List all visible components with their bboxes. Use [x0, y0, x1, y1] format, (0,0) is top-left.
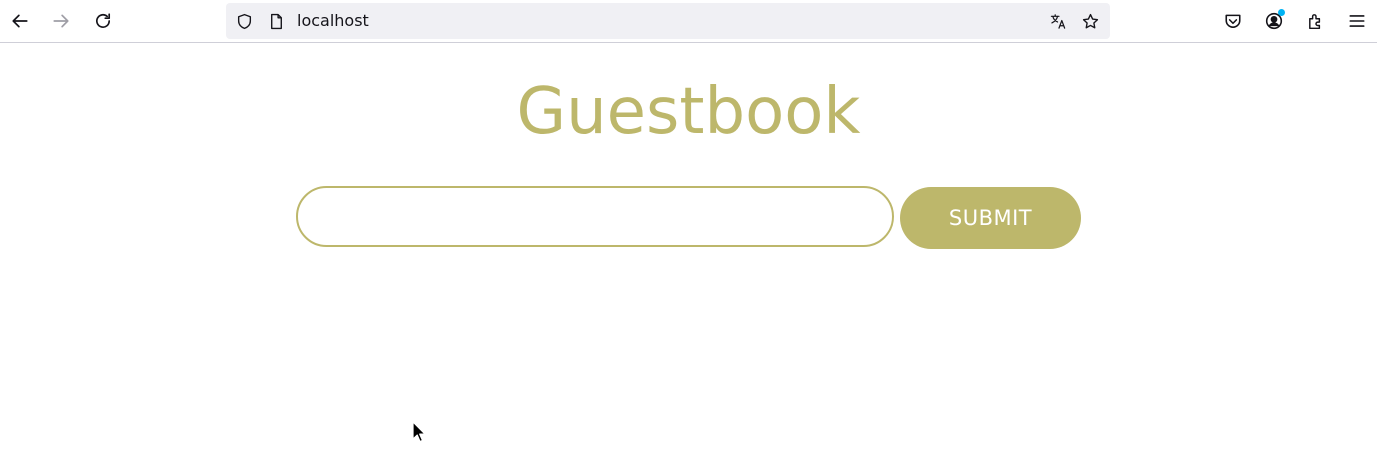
account-button[interactable]: [1258, 5, 1290, 37]
extensions-button[interactable]: [1300, 5, 1332, 37]
arrow-left-icon: [12, 14, 28, 28]
browser-toolbar: localhost: [0, 0, 1377, 43]
url-text[interactable]: localhost: [297, 12, 369, 30]
back-button[interactable]: [4, 5, 36, 37]
forward-button[interactable]: [45, 5, 77, 37]
reload-button[interactable]: [87, 5, 119, 37]
mouse-cursor-icon: [412, 421, 426, 443]
hamburger-menu-icon: [1349, 15, 1365, 27]
star-icon[interactable]: [1081, 12, 1099, 30]
guestbook-entry-input[interactable]: [296, 186, 894, 247]
submit-button[interactable]: SUBMIT: [900, 187, 1081, 249]
page-icon[interactable]: [267, 12, 285, 30]
pocket-icon: [1225, 14, 1241, 28]
page-title: Guestbook: [516, 75, 861, 149]
notification-dot: [1278, 9, 1285, 16]
menu-button[interactable]: [1341, 5, 1373, 37]
page-content: Guestbook SUBMIT: [0, 44, 1377, 467]
arrow-right-icon: [53, 14, 69, 28]
reload-icon: [95, 13, 111, 28]
pocket-button[interactable]: [1217, 5, 1249, 37]
url-bar[interactable]: localhost: [226, 3, 1110, 39]
translate-icon[interactable]: [1049, 12, 1067, 30]
puzzle-icon: [1309, 14, 1321, 30]
shield-icon[interactable]: [235, 12, 253, 30]
